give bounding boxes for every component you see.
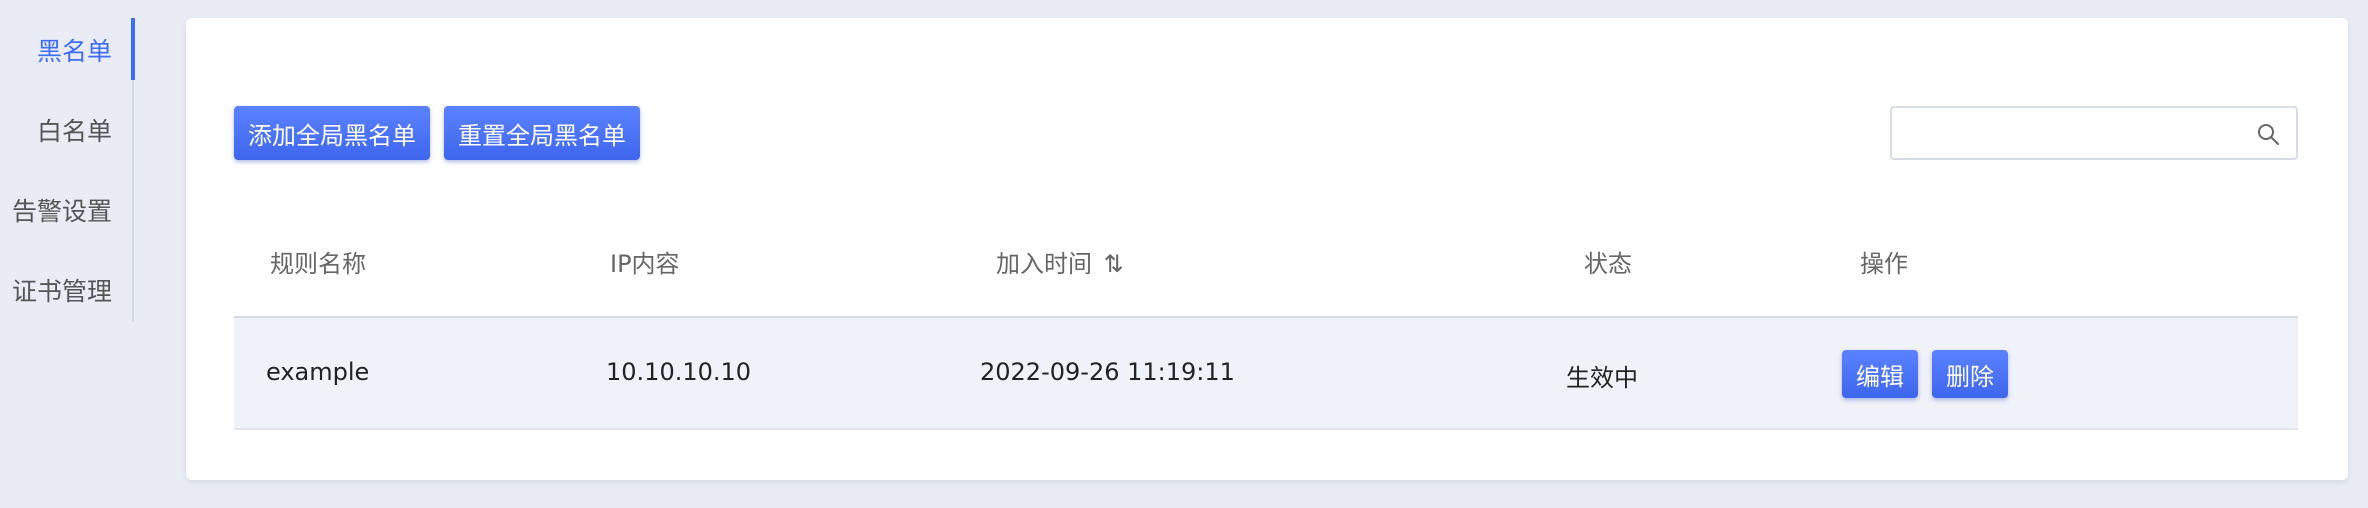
sort-icon[interactable]: ⇅ [1104, 250, 1124, 278]
edit-button[interactable]: 编辑 [1842, 350, 1918, 398]
column-header-actions: 操作 [1860, 250, 1908, 278]
cell-join-time: 2022-09-26 11:19:11 [980, 358, 1235, 386]
search-input[interactable] [1892, 108, 2232, 158]
main-panel: 添加全局黑名单 重置全局黑名单 规则名称 IP内容 加入时间 ⇅ 状态 操作 e… [186, 18, 2348, 480]
sidebar-item-blacklist[interactable]: 黑名单 [37, 32, 112, 68]
cell-status: 生效中 [1566, 364, 1638, 392]
sidebar-item-alert-settings[interactable]: 告警设置 [12, 192, 112, 228]
cell-rule-name: example [266, 358, 370, 386]
sidebar-item-whitelist[interactable]: 白名单 [37, 112, 112, 148]
column-header-join-time-label: 加入时间 [996, 250, 1092, 278]
add-global-blacklist-button[interactable]: 添加全局黑名单 [234, 106, 430, 160]
active-indicator [131, 18, 135, 80]
delete-button[interactable]: 删除 [1932, 350, 2008, 398]
search-box [1890, 106, 2298, 160]
cell-ip: 10.10.10.10 [606, 358, 752, 386]
sidebar-item-certificate-management[interactable]: 证书管理 [12, 272, 112, 308]
table-row: example 10.10.10.10 2022-09-26 11:19:11 … [234, 318, 2298, 430]
column-header-status: 状态 [1584, 250, 1632, 278]
column-header-rule-name: 规则名称 [270, 250, 366, 278]
search-icon[interactable] [2256, 122, 2280, 146]
column-header-ip-content: IP内容 [610, 250, 680, 278]
sidebar-nav: 黑名单 白名单 告警设置 证书管理 [0, 18, 135, 322]
reset-global-blacklist-button[interactable]: 重置全局黑名单 [444, 106, 640, 160]
column-header-join-time[interactable]: 加入时间 ⇅ [996, 244, 1124, 279]
